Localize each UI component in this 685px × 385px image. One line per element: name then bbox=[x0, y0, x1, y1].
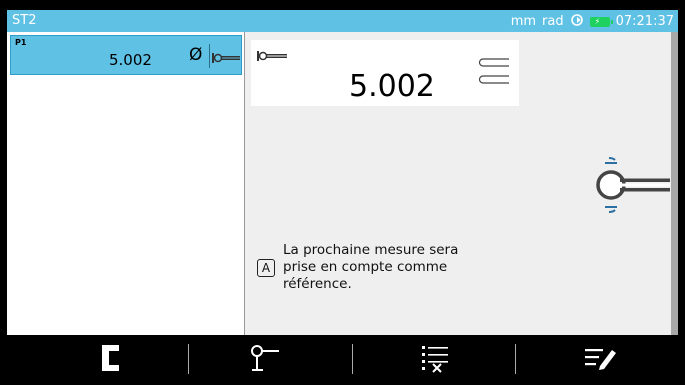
measurement-list: P1 5.002 Ø bbox=[7, 32, 245, 335]
toolbar-divider bbox=[188, 344, 189, 374]
screen-title: ST2 bbox=[12, 13, 37, 28]
status-area: mm rad ⚡ 07:21:37 bbox=[511, 13, 674, 30]
unit-length: mm bbox=[510, 14, 537, 29]
edit-list-icon bbox=[582, 342, 618, 378]
delete-list-icon bbox=[419, 342, 451, 378]
toolbar-divider bbox=[352, 344, 353, 374]
probe-tip-icon bbox=[249, 342, 281, 378]
item-label: P1 bbox=[15, 38, 27, 47]
unit-angle: rad bbox=[542, 14, 564, 29]
battery-charging-icon: ⚡ bbox=[589, 16, 613, 27]
probe-icon bbox=[212, 49, 240, 68]
bracket-button[interactable] bbox=[60, 335, 160, 385]
info-message: A La prochaine mesure sera prise en comp… bbox=[257, 242, 458, 293]
edit-list-button[interactable] bbox=[550, 335, 650, 385]
item-separator bbox=[209, 44, 210, 68]
bracket-icon bbox=[99, 343, 121, 377]
device-frame: ST2 mm rad ⚡ 07:21:37 P1 5.002 Ø 5.002 A… bbox=[0, 0, 685, 385]
title-bar: ST2 mm rad ⚡ 07:21:37 bbox=[7, 10, 678, 32]
measurement-card: 5.002 bbox=[251, 40, 519, 106]
list-item[interactable]: P1 5.002 Ø bbox=[10, 35, 242, 75]
reference-badge: A bbox=[257, 258, 275, 277]
clock: 07:21:37 bbox=[615, 14, 674, 29]
scrollbar-track[interactable] bbox=[671, 32, 678, 335]
diameter-icon: Ø bbox=[189, 45, 203, 65]
probe-tip-button[interactable] bbox=[215, 335, 315, 385]
item-value: 5.002 bbox=[109, 51, 152, 69]
measurement-value: 5.002 bbox=[349, 69, 435, 104]
probe-graphic-icon bbox=[593, 155, 671, 219]
sync-icon bbox=[570, 13, 584, 30]
delete-list-button[interactable] bbox=[385, 335, 485, 385]
bottom-toolbar bbox=[0, 335, 685, 385]
message-text: La prochaine mesure sera prise en compte… bbox=[283, 242, 459, 292]
gauge-pin-icon bbox=[469, 56, 511, 94]
toolbar-divider bbox=[515, 344, 516, 374]
probe-icon bbox=[257, 47, 287, 66]
detail-panel: 5.002 A La prochaine mesure sera prise e… bbox=[245, 32, 671, 335]
